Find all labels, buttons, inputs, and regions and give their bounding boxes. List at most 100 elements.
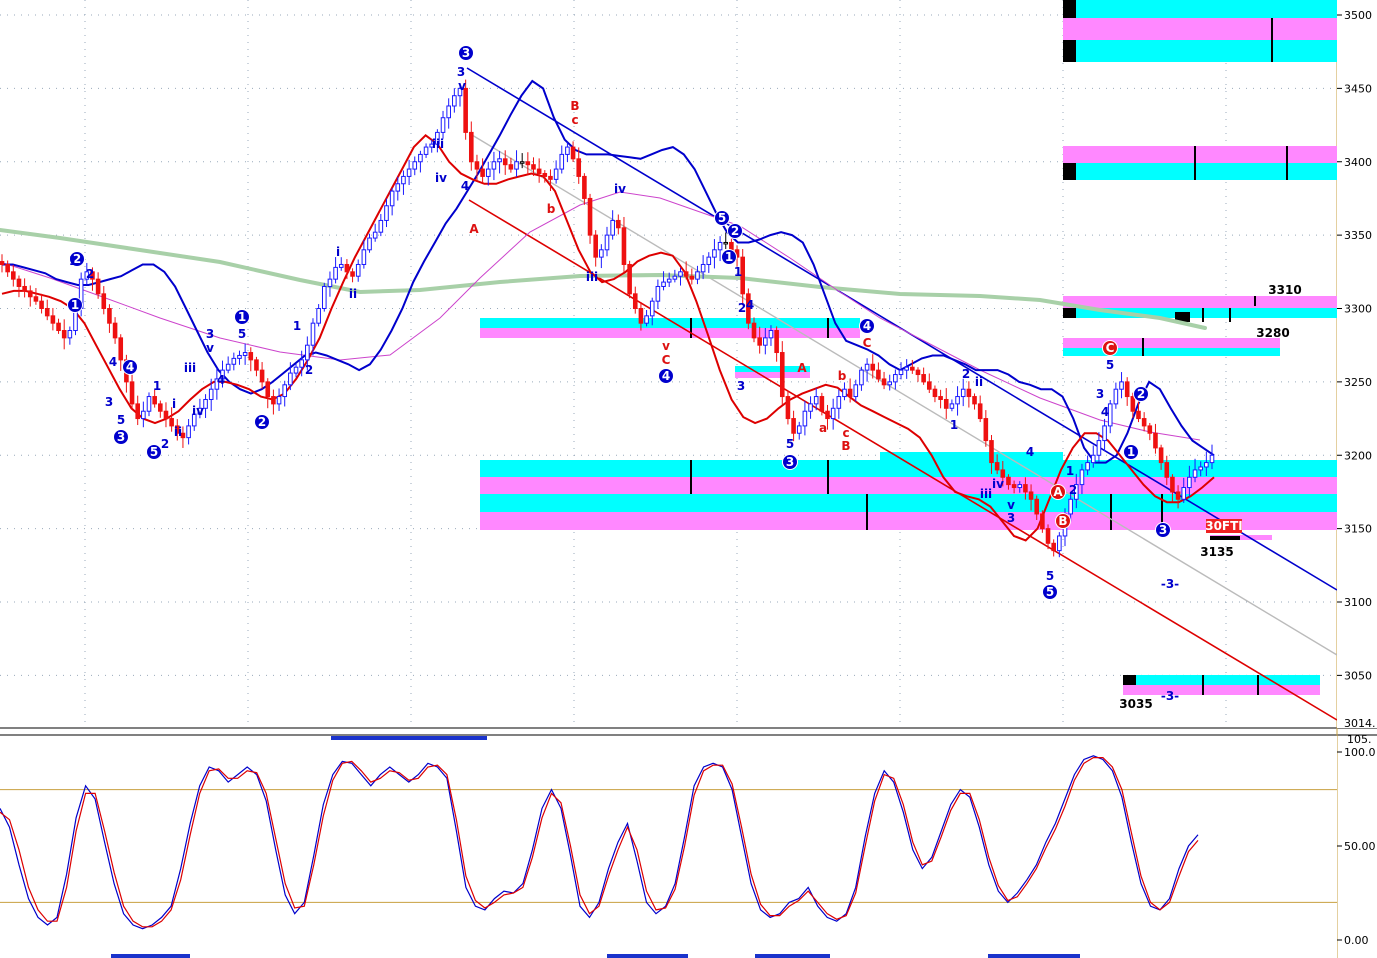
elliott-wave-chart[interactable]: 124351235214435CAB213123451iii2iiiiv3v45… [0, 0, 1377, 958]
candle-body [169, 418, 174, 427]
candle-body [0, 261, 5, 265]
zone-marker [1123, 675, 1136, 685]
candle-body [1170, 476, 1175, 493]
candle-body [1090, 454, 1096, 464]
wave-circle-label: 2 [1137, 387, 1145, 401]
candle-body [1085, 462, 1090, 471]
wave-label: iv [614, 182, 626, 196]
candle-body [355, 263, 361, 277]
wave-circle-marker: 1 [234, 309, 250, 325]
candle-body [599, 249, 604, 258]
candle-body [559, 153, 565, 170]
candle-body [271, 396, 276, 405]
candle-body [508, 164, 514, 170]
wave-circle-label: 1 [238, 310, 246, 324]
candle-body [870, 363, 876, 371]
candle-body [350, 271, 355, 277]
wave-label: 4 [1101, 405, 1109, 419]
wave-label: ii [349, 287, 357, 301]
zone-marker [1063, 308, 1076, 318]
candle-body [910, 366, 915, 371]
wave-label: 4 [109, 355, 117, 369]
candle-body [610, 219, 615, 236]
candle-body [480, 168, 485, 177]
candle-body [717, 241, 723, 251]
wave-circle-label: 3 [1159, 523, 1167, 537]
candle-body [1124, 381, 1130, 398]
candle-body [926, 381, 932, 390]
wave-label: 2 [161, 437, 169, 451]
candle-body [384, 205, 389, 221]
axis-tick-label: 3200 [1344, 449, 1372, 462]
axis-tick-label: 3150 [1344, 523, 1372, 536]
candle-body [1181, 487, 1187, 500]
candle-body [1113, 388, 1119, 405]
candle-body [972, 396, 977, 405]
candle-body [672, 275, 678, 280]
candle-body [994, 462, 1000, 471]
axis-bg [1337, 0, 1377, 728]
signal-bar [988, 954, 1080, 958]
wave-circle-label: 1 [71, 298, 79, 312]
candle-body [565, 146, 570, 155]
candle-body [864, 363, 870, 371]
candle-body [33, 296, 39, 302]
candle-body [768, 330, 774, 339]
wave-circle-marker: 3 [1155, 522, 1171, 538]
candle-body [887, 381, 893, 386]
candle-body [11, 271, 16, 280]
candle-body [531, 164, 536, 170]
wave-label: 5 [1046, 569, 1054, 583]
candle-body [95, 278, 101, 295]
candle-body [474, 161, 480, 170]
wave-label: 5 [238, 327, 246, 341]
candle-body [141, 410, 146, 420]
candle-body [502, 158, 508, 166]
candle-body [406, 168, 412, 177]
price-note: 3135 [1200, 545, 1233, 559]
candle-body [779, 352, 785, 398]
axis-tick-label: 3500 [1344, 9, 1372, 22]
price-zone [1123, 685, 1320, 695]
wave-label: 4 [1026, 445, 1034, 459]
price-zone [1063, 146, 1337, 163]
candle-body [265, 381, 271, 398]
candle-body [305, 344, 310, 361]
candle-body [27, 290, 33, 298]
signal-bar [607, 954, 688, 958]
wave-label: 3 [1007, 511, 1015, 525]
wave-circle-label: A [1053, 485, 1063, 499]
price-axis: 3500 3450 3400 3350 3300 3250 3200 3150 3100 3050… [1337, 0, 1377, 730]
candle-body [616, 219, 621, 229]
candle-body [757, 337, 762, 346]
candle-body [1011, 484, 1017, 489]
wave-label: 3 [1096, 387, 1104, 401]
wave-circle-marker: 1 [721, 249, 737, 265]
candle-body [813, 396, 819, 405]
osc-top-label: 105. [1347, 733, 1372, 746]
candle-body [938, 396, 943, 400]
candle-body [519, 161, 525, 164]
candle-body [825, 410, 830, 420]
wave-label: v [206, 341, 214, 355]
candle-body [1057, 535, 1062, 552]
candle-body [452, 95, 457, 107]
wave-label: c [842, 426, 849, 440]
price-zone [1063, 163, 1337, 180]
wave-label: iii [184, 361, 196, 375]
candle-body [1187, 476, 1192, 489]
candle-body [310, 322, 316, 346]
candle-body [468, 131, 474, 163]
candle-body [661, 281, 666, 287]
candle-body [627, 263, 632, 295]
wave-label: A [797, 361, 807, 375]
wave-circle-marker: B [1055, 513, 1071, 529]
candle-body [50, 315, 56, 324]
candle-body [632, 293, 638, 310]
candle-body [921, 374, 926, 383]
candle-body [904, 366, 909, 371]
candle-body [135, 403, 141, 420]
candle-body [412, 161, 418, 170]
candle-body [943, 398, 949, 409]
candle-body [576, 158, 582, 177]
